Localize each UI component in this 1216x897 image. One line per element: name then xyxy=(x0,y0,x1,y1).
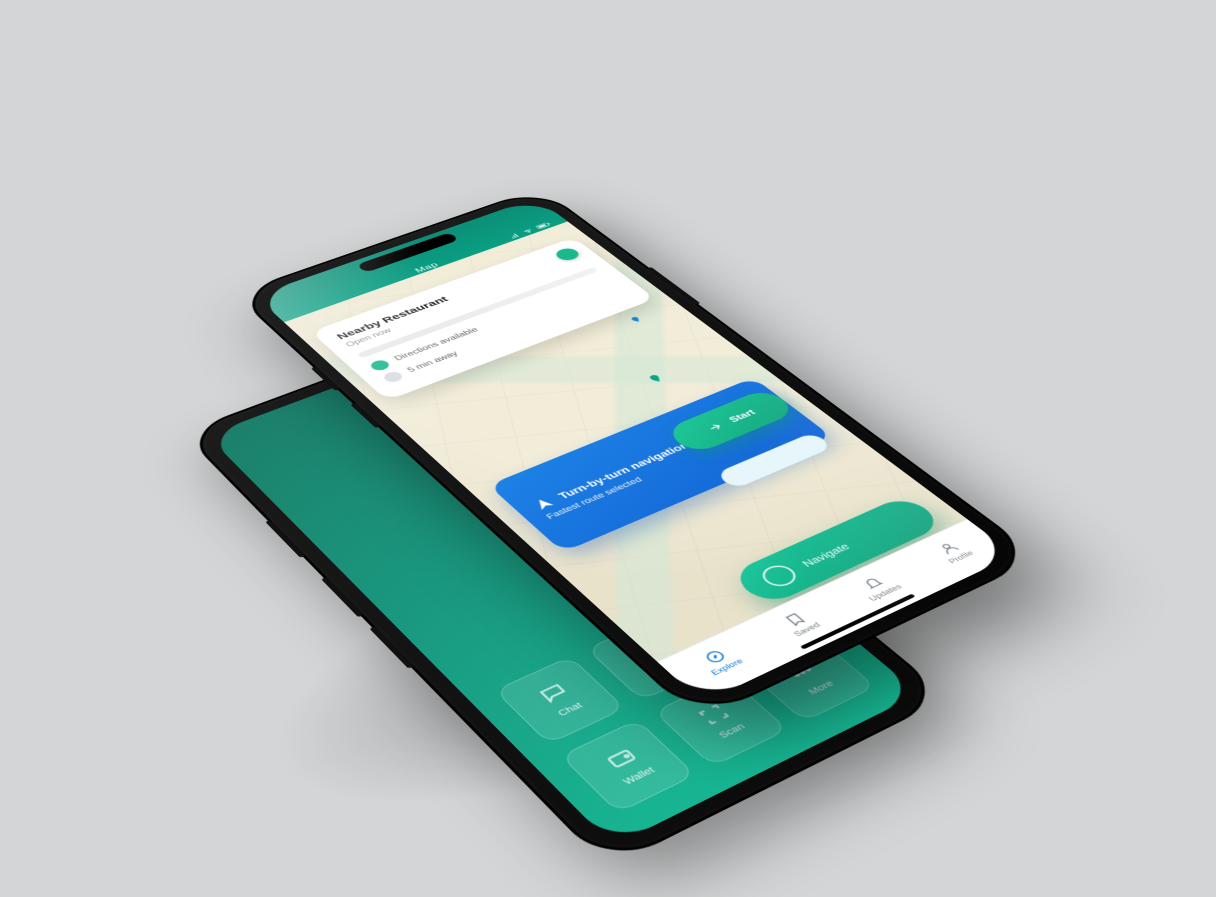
wallet-icon xyxy=(601,745,642,773)
bookmark-icon xyxy=(781,611,809,629)
primary-card-title: Turn-by-turn navigation xyxy=(530,404,778,511)
map-pin-icon[interactable] xyxy=(643,371,670,387)
nav-label: Explore xyxy=(709,657,746,677)
fab-label: Navigate xyxy=(799,541,852,569)
nav-profile[interactable]: Profile xyxy=(932,538,977,566)
nav-label: Profile xyxy=(947,549,977,565)
chat-icon xyxy=(534,680,574,707)
arrow-icon xyxy=(703,420,728,435)
map-pin-icon[interactable] xyxy=(626,314,647,326)
nav-label: Saved xyxy=(792,621,823,639)
primary-card-subtitle: Fastest route selected xyxy=(544,415,789,520)
dot-icon xyxy=(368,359,392,373)
nav-updates[interactable]: Updates xyxy=(852,571,904,603)
user-icon xyxy=(935,540,962,557)
compass-icon xyxy=(701,647,730,665)
dot-icon xyxy=(381,370,405,384)
primary-title-text: Turn-by-turn navigation xyxy=(556,440,692,500)
navigate-fab[interactable]: Navigate xyxy=(728,494,946,607)
bell-icon xyxy=(860,575,888,592)
nav-explore[interactable]: Explore xyxy=(695,645,746,678)
fab-ring-icon xyxy=(756,562,802,590)
nav-saved[interactable]: Saved xyxy=(777,609,823,639)
hint-chip[interactable] xyxy=(715,432,834,490)
nav-label: Updates xyxy=(867,583,905,603)
tile-label: More xyxy=(806,679,836,697)
tile-label: Chat xyxy=(556,701,585,718)
tile-chat[interactable]: Chat xyxy=(494,656,625,744)
tile-wallet[interactable]: Wallet xyxy=(560,719,696,813)
scan-icon xyxy=(694,701,735,728)
start-button-label: Start xyxy=(727,408,758,424)
tile-label: Wallet xyxy=(621,765,657,786)
navigation-icon xyxy=(530,496,556,512)
tile-label: Scan xyxy=(717,722,748,740)
